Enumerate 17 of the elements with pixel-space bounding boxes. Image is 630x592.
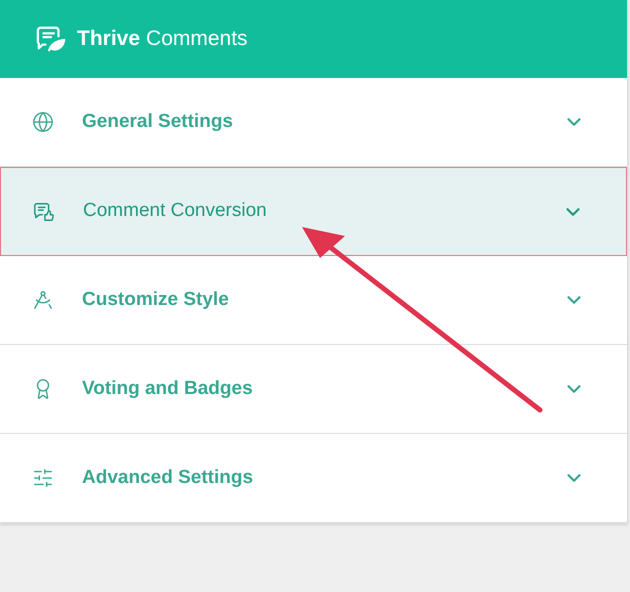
menu-item-label: Comment Conversion <box>83 199 267 224</box>
chat-thumbs-up-icon <box>33 200 55 222</box>
app-title: Comments <box>146 26 248 52</box>
compass-icon <box>32 289 54 311</box>
menu-item-label: General Settings <box>82 110 233 134</box>
globe-icon <box>32 111 54 133</box>
menu-item[interactable]: Comment Conversion <box>0 167 627 256</box>
app-logo-icon <box>36 24 66 54</box>
menu-item[interactable]: Advanced Settings <box>0 434 627 523</box>
menu-item-label: Advanced Settings <box>82 466 254 490</box>
menu-item[interactable]: Voting and Badges <box>0 345 627 434</box>
menu-item[interactable]: General Settings <box>0 78 627 167</box>
sliders-icon <box>32 467 54 489</box>
app-title-bold: Thrive <box>77 26 140 52</box>
menu-item-label: Customize Style <box>82 288 229 312</box>
menu-item[interactable]: Customize Style <box>0 256 627 345</box>
menu-item-label: Voting and Badges <box>82 376 253 401</box>
